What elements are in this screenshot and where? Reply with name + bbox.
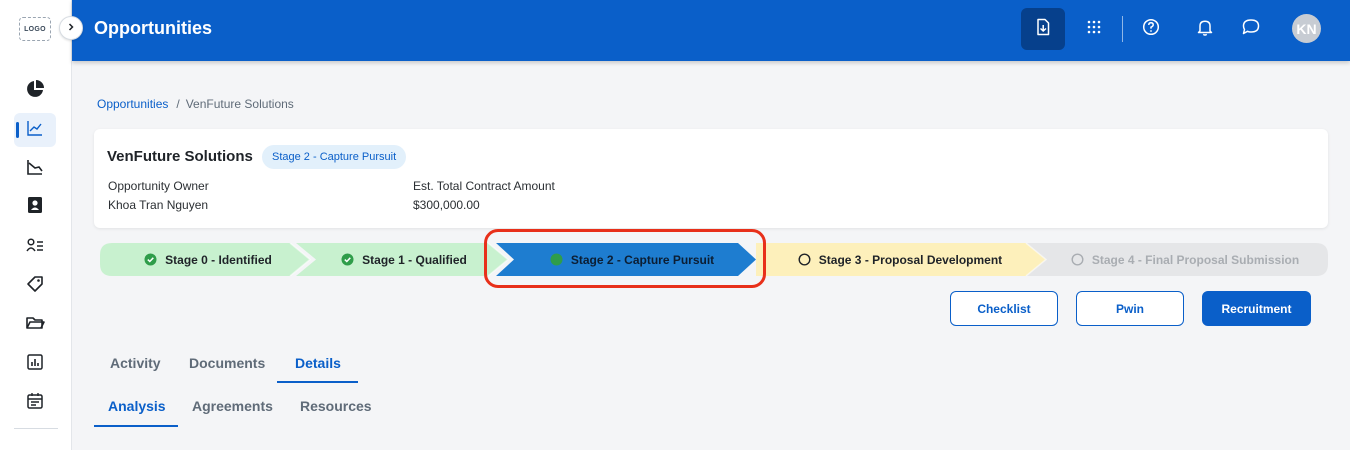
nav-dashboard[interactable]: [14, 74, 56, 108]
current-stage-highlight: [484, 229, 766, 288]
help-icon: [1142, 18, 1160, 41]
chevron-right-icon: [66, 19, 76, 37]
breadcrumb-current: VenFuture Solutions: [185, 97, 294, 111]
owner-value: Khoa Tran Nguyen: [108, 198, 209, 212]
breadcrumb-opportunities-link[interactable]: Opportunities: [97, 97, 168, 111]
checklist-button[interactable]: Checklist: [950, 291, 1058, 326]
messages-button[interactable]: [1229, 8, 1273, 50]
rail-divider: [14, 428, 58, 429]
stage-3-label: Stage 3 - Proposal Development: [818, 252, 1003, 267]
opportunity-summary-card: VenFuture Solutions Stage 2 - Capture Pu…: [94, 129, 1328, 228]
nav-reports[interactable]: [14, 347, 56, 381]
notifications-button[interactable]: [1183, 8, 1227, 50]
tab-agreements[interactable]: Agreements: [192, 398, 273, 414]
nav-people[interactable]: [14, 230, 56, 264]
people-list-icon: [26, 237, 44, 258]
stage-1-label: Stage 1 - Qualified: [362, 252, 467, 267]
pie-chart-icon: [25, 79, 45, 104]
stage-badge: Stage 2 - Capture Pursuit: [262, 145, 407, 169]
help-button[interactable]: [1129, 8, 1173, 50]
user-avatar[interactable]: KN: [1292, 14, 1321, 43]
nav-opportunities[interactable]: [14, 113, 56, 147]
stage-3[interactable]: Stage 3 - Proposal Development: [766, 243, 1034, 276]
page-title: Opportunities: [94, 18, 212, 38]
stage-1[interactable]: Stage 1 - Qualified: [314, 243, 494, 276]
expand-sidebar-button[interactable]: [59, 16, 83, 40]
breadcrumb: Opportunities / VenFuture Solutions: [97, 97, 294, 111]
tab-details[interactable]: Details: [295, 355, 341, 371]
download-file-icon: [1034, 18, 1052, 41]
tab-analysis[interactable]: Analysis: [108, 398, 166, 414]
tab-resources[interactable]: Resources: [300, 398, 372, 414]
tab-documents[interactable]: Documents: [189, 355, 265, 371]
stage-4: Stage 4 - Final Proposal Submission: [1050, 243, 1320, 276]
amount-label: Est. Total Contract Amount: [413, 179, 555, 193]
top-app-bar: Opportunities KN: [72, 0, 1350, 61]
check-circle-icon: [341, 253, 354, 266]
folder-icon: [25, 315, 45, 336]
nav-documents[interactable]: [14, 308, 56, 342]
nav-contacts[interactable]: [14, 190, 56, 224]
bar-report-icon: [26, 353, 44, 376]
stage-0[interactable]: Stage 0 - Identified: [120, 243, 296, 276]
opportunity-name: VenFuture Solutions: [107, 148, 253, 165]
nav-pipeline[interactable]: [14, 152, 56, 186]
nav-calendar[interactable]: [14, 386, 56, 420]
bell-icon: [1196, 18, 1214, 41]
app-logo: LOGO: [19, 17, 51, 41]
export-button[interactable]: [1021, 8, 1065, 50]
line-chart-icon: [26, 119, 44, 142]
amount-value: $300,000.00: [413, 198, 480, 212]
chat-icon: [1241, 18, 1261, 41]
area-chart-icon: [26, 158, 44, 181]
tab-activity[interactable]: Activity: [110, 355, 161, 371]
nav-deals[interactable]: [14, 269, 56, 303]
tab-details-underline: [277, 381, 358, 383]
recruitment-button[interactable]: Recruitment: [1202, 291, 1311, 326]
tab-analysis-underline: [94, 425, 178, 427]
apps-grid-icon: [1086, 19, 1102, 40]
breadcrumb-separator: /: [176, 97, 180, 111]
left-navigation-rail: LOGO: [0, 0, 72, 450]
calendar-icon: [26, 392, 44, 415]
open-circle-icon: [1071, 253, 1084, 266]
contact-book-icon: [26, 195, 44, 220]
pwin-button[interactable]: Pwin: [1076, 291, 1184, 326]
open-circle-icon: [798, 253, 811, 266]
check-circle-icon: [144, 253, 157, 266]
topbar-separator: [1122, 16, 1123, 42]
owner-label: Opportunity Owner: [108, 179, 209, 193]
stage-4-label: Stage 4 - Final Proposal Submission: [1091, 252, 1300, 267]
tag-icon: [26, 275, 44, 298]
stage-0-label: Stage 0 - Identified: [165, 252, 272, 267]
apps-button[interactable]: [1072, 8, 1116, 50]
